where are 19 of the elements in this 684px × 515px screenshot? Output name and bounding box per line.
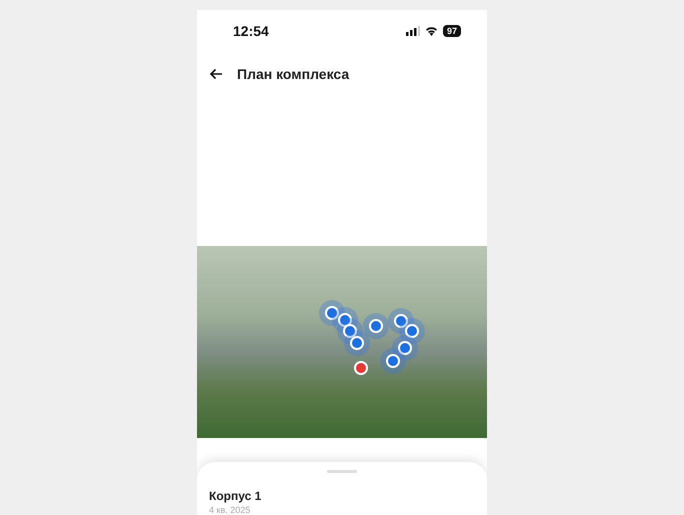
screen-title: План комплекса [237, 66, 350, 82]
map-pin[interactable] [405, 324, 419, 338]
map-pin[interactable] [398, 340, 412, 355]
map-pin[interactable] [343, 324, 357, 338]
map-pin[interactable] [325, 306, 339, 320]
building-title: Корпус 1 [209, 489, 262, 503]
map-pin[interactable] [338, 312, 352, 327]
wifi-icon [424, 26, 438, 36]
signal-icon [406, 26, 420, 36]
building-date: 4 кв. 2025 [209, 505, 252, 515]
sheet-handle[interactable] [327, 470, 357, 473]
status-time: 12:54 [233, 22, 269, 39]
battery-level: 97 [442, 24, 461, 37]
back-arrow-icon[interactable] [209, 68, 223, 80]
map-pin[interactable] [394, 314, 408, 328]
map-pin[interactable] [369, 318, 383, 333]
map-pin[interactable] [354, 360, 368, 375]
map-pin[interactable] [350, 336, 364, 350]
map-pin[interactable] [386, 354, 400, 368]
